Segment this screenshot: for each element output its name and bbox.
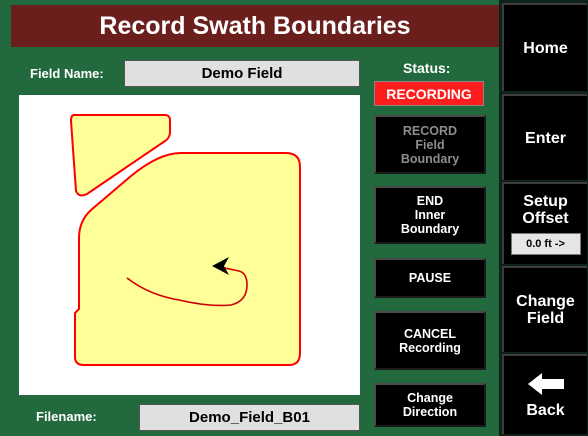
enter-label: Enter [525,129,566,147]
boundary-map-drawing [69,114,301,366]
change-field-line1: Change [516,293,575,310]
screen: Record Swath Boundaries Field Name: Demo… [0,0,588,436]
change-field-line2: Field [526,310,565,327]
enter-button[interactable]: Enter [502,94,587,180]
home-button[interactable]: Home [502,3,587,91]
back-label: Back [526,401,565,419]
field-boundary-main [74,152,301,366]
setup-offset-button[interactable]: Setup Offset 0.0 ft -> [502,182,587,264]
pause-button[interactable]: PAUSE [374,258,486,298]
back-arrow-icon [527,372,564,395]
change-direction-line1: Change [407,391,453,405]
record-field-boundary-button[interactable]: RECORD Field Boundary [374,115,486,174]
field-name-label: Field Name: [30,66,104,81]
boundary-map[interactable] [19,95,360,395]
change-field-button[interactable]: Change Field [502,266,587,352]
end-inner-boundary-button[interactable]: END Inner Boundary [374,186,486,244]
cancel-recording-button[interactable]: CANCEL Recording [374,311,486,370]
cancel-line2: Recording [399,340,461,355]
offset-value-field[interactable]: 0.0 ft -> [510,233,581,255]
filename-value[interactable]: Demo_Field_B01 [139,404,360,431]
page-title: Record Swath Boundaries [11,5,499,47]
end-line1: END [416,194,444,208]
change-direction-line2: Direction [402,405,458,419]
end-line2: Inner [414,208,446,222]
back-button[interactable]: Back [502,354,587,434]
record-line1: RECORD [402,123,458,138]
change-direction-button[interactable]: Change Direction [374,383,486,427]
home-label: Home [523,39,568,57]
status-label: Status: [403,60,451,76]
setup-offset-line1: Setup [523,193,568,210]
field-name-value[interactable]: Demo Field [124,60,360,87]
record-line3: Boundary [400,151,460,166]
end-line3: Boundary [400,222,460,236]
status-badge: RECORDING [374,81,484,106]
pause-label: PAUSE [408,271,452,285]
record-line2: Field [415,137,445,152]
cancel-line1: CANCEL [403,326,457,341]
setup-offset-line2: Offset [522,210,569,227]
filename-label: Filename: [36,409,97,424]
